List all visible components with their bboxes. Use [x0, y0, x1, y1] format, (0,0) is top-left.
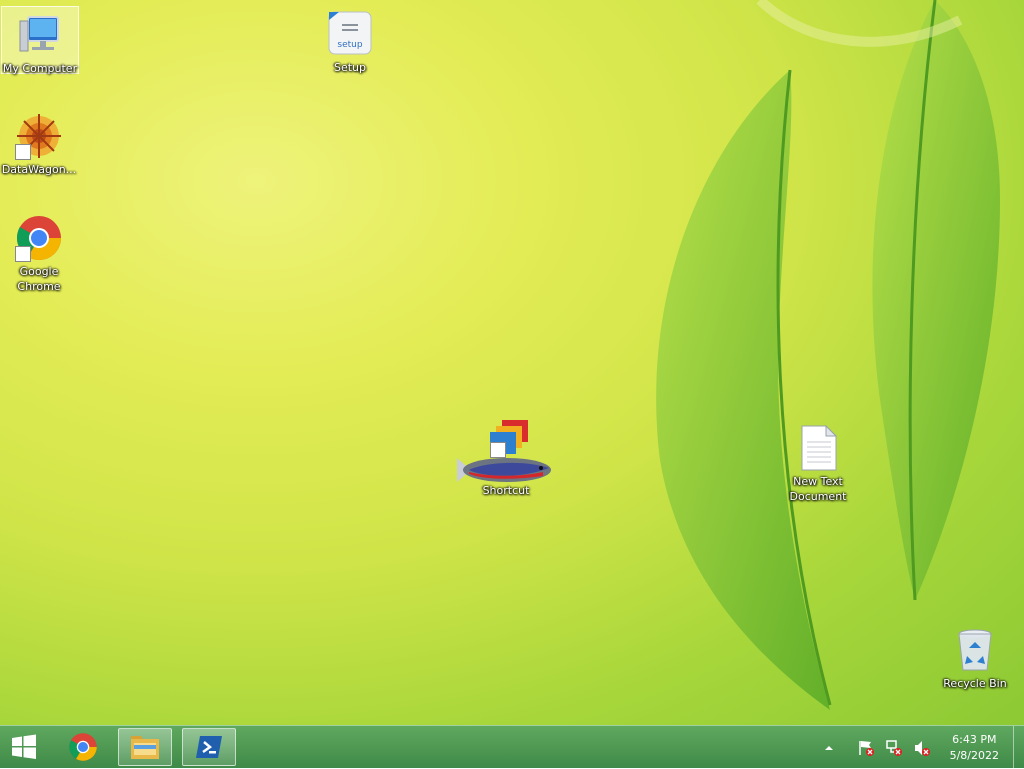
clock-date: 5/8/2022 [949, 748, 999, 762]
taskbar-powershell-button[interactable] [182, 728, 236, 766]
desktop-icon-recycle-bin[interactable]: Recycle Bin [937, 622, 1013, 691]
recycle-bin-icon [951, 626, 999, 674]
desktop-icon-label: Setup [333, 61, 367, 74]
show-desktop-button[interactable] [1013, 726, 1024, 769]
fish-icon [457, 458, 551, 482]
chrome-icon [15, 214, 63, 262]
computer-icon [16, 11, 64, 59]
desktop-icon-google-chrome[interactable]: Google Chrome [1, 210, 77, 294]
desktop-icon-setup[interactable]: setup Setup [312, 6, 388, 75]
setup-icon: setup [326, 10, 374, 58]
taskbar[interactable]: 6:43 PM 5/8/2022 [0, 725, 1024, 769]
text-document-icon [794, 424, 842, 472]
desktop[interactable]: My Computer setup Setup DataWagon... Goo… [0, 0, 1024, 725]
clock[interactable]: 6:43 PM 5/8/2022 [950, 732, 999, 764]
file-explorer-icon [131, 736, 159, 759]
powershell-icon [196, 736, 222, 758]
clock-time: 6:43 PM [952, 732, 997, 746]
desktop-icon-new-text-document[interactable]: New Text Document [780, 420, 856, 504]
desktop-icon-label: Google Chrome [17, 265, 61, 293]
svg-text:setup: setup [337, 40, 362, 50]
network-alert-icon[interactable] [885, 739, 903, 757]
volume-muted-icon[interactable] [913, 739, 931, 757]
start-button[interactable] [0, 728, 48, 766]
flag-alert-icon[interactable] [857, 739, 875, 757]
desktop-icon-label: My Computer [2, 62, 78, 75]
desktop-icon-my-computer[interactable]: My Computer [1, 6, 79, 75]
wallpaper-leaves [656, 0, 1000, 710]
chrome-icon [69, 733, 97, 761]
desktop-icon-label: Recycle Bin [943, 677, 1007, 690]
chevron-up-icon[interactable] [820, 739, 838, 757]
datawagon-icon [15, 112, 63, 160]
desktop-icon-datawagon[interactable]: DataWagon... [1, 108, 77, 177]
taskbar-file-explorer-button[interactable] [118, 728, 172, 766]
shortcut-arrow-icon [15, 246, 31, 262]
shortcut-arrow-icon [15, 144, 31, 160]
desktop-icon-label: DataWagon... [1, 163, 77, 176]
system-tray: 6:43 PM 5/8/2022 [815, 726, 1024, 769]
taskbar-chrome-button[interactable] [56, 728, 110, 766]
windows-logo-icon [12, 734, 36, 759]
desktop-icon-label: New Text Document [789, 475, 847, 503]
